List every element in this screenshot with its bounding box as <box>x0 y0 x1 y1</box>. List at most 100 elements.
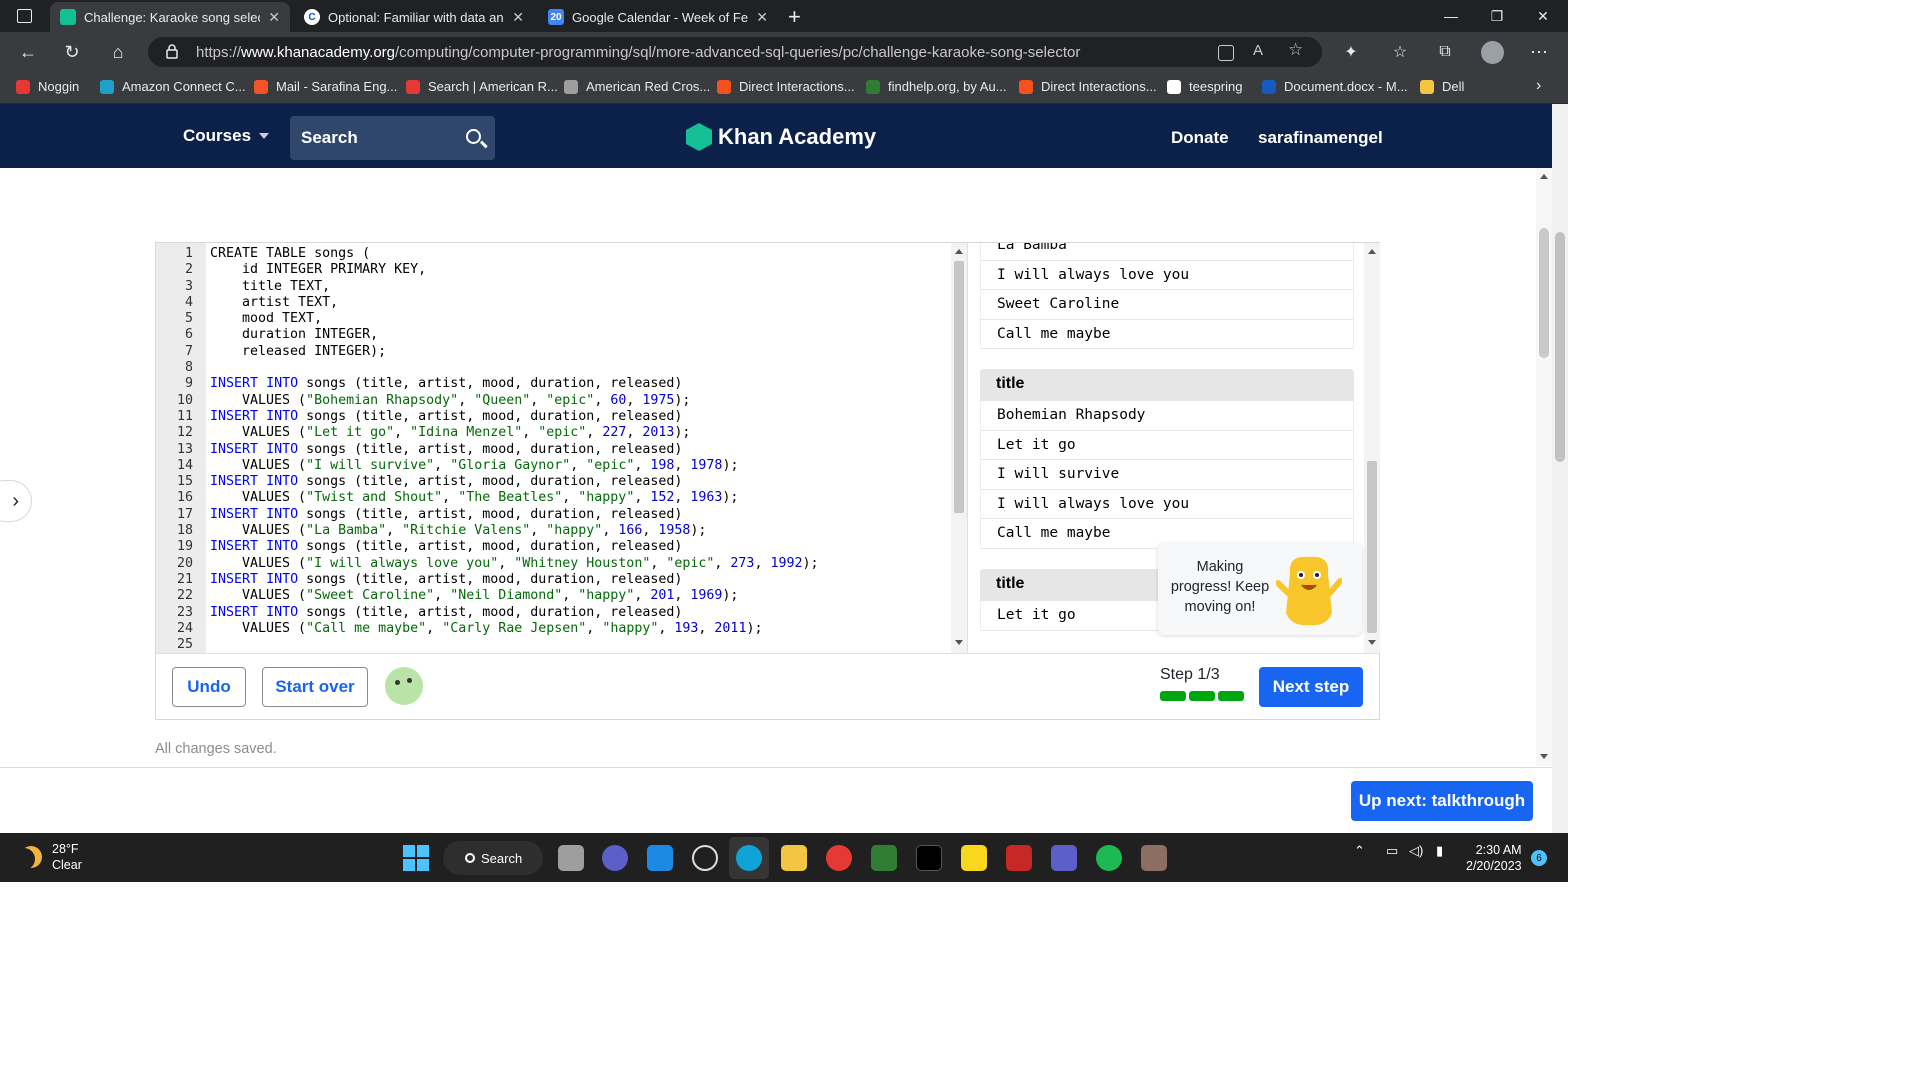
code-line[interactable]: 11 INSERT INTO songs (title, artist, mood… <box>156 409 819 425</box>
close-icon[interactable]: ✕ <box>756 9 768 26</box>
calculator-icon[interactable] <box>1141 845 1167 871</box>
new-tab-button[interactable]: + <box>788 4 801 30</box>
start-over-button[interactable]: Start over <box>262 667 368 707</box>
collections-icon[interactable]: ⧉ <box>1431 38 1459 66</box>
avatar[interactable] <box>385 667 423 705</box>
code-line[interactable]: 12 VALUES ("Let it go", "Idina Menzel", … <box>156 425 819 441</box>
mcafee-icon[interactable] <box>1006 845 1032 871</box>
courses-menu[interactable]: Courses <box>183 126 270 146</box>
back-button[interactable]: ← <box>14 38 42 66</box>
tab-actions-icon[interactable] <box>17 9 32 23</box>
dell-icon[interactable] <box>692 845 718 871</box>
notification-badge[interactable]: 6 <box>1531 850 1547 866</box>
scroll-up-icon[interactable] <box>955 249 963 254</box>
scrollbar-thumb[interactable] <box>1367 461 1377 633</box>
tab-coursera[interactable]: C Optional: Familiar with data analy ✕ <box>294 2 534 32</box>
scrollbar-thumb[interactable] <box>1539 228 1549 358</box>
donate-link[interactable]: Donate <box>1171 128 1229 148</box>
bookmark-item[interactable]: Mail - Sarafina Eng... <box>254 79 397 94</box>
scroll-up-icon[interactable] <box>1368 249 1376 254</box>
bookmark-item[interactable]: Amazon Connect C... <box>100 79 246 94</box>
edge-browser-icon[interactable] <box>736 845 762 871</box>
taskbar-search[interactable]: Search <box>443 841 543 875</box>
scrollbar-thumb[interactable] <box>1555 232 1565 462</box>
close-icon[interactable]: ✕ <box>268 9 280 26</box>
teams-icon[interactable] <box>1051 845 1077 871</box>
url-input[interactable]: https://www.khanacademy.org/computing/co… <box>148 37 1322 67</box>
scrollbar-thumb[interactable] <box>954 261 964 513</box>
code-line[interactable]: 10 VALUES ("Bohemian Rhapsody", "Queen",… <box>156 393 819 409</box>
code-line[interactable]: 13 INSERT INTO songs (title, artist, mood… <box>156 442 819 458</box>
chrome-icon[interactable] <box>826 845 852 871</box>
code-line[interactable]: 20 VALUES ("I will always love you", "Wh… <box>156 556 819 572</box>
bookmark-item[interactable]: teespring <box>1167 79 1242 94</box>
code-line[interactable]: 3 title TEXT, <box>156 279 819 295</box>
user-menu[interactable]: sarafinamengel <box>1258 128 1383 148</box>
search-input[interactable]: Search <box>290 116 495 160</box>
code-line[interactable]: 14 VALUES ("I will survive", "Gloria Gay… <box>156 458 819 474</box>
code-line[interactable]: 5 mood TEXT, <box>156 311 819 327</box>
tab-khan-challenge[interactable]: Challenge: Karaoke song selector ✕ <box>50 2 290 32</box>
code-line[interactable]: 24 VALUES ("Call me maybe", "Carly Rae J… <box>156 621 819 637</box>
next-step-button[interactable]: Next step <box>1259 667 1363 707</box>
extensions-icon[interactable]: ✦ <box>1337 38 1365 66</box>
code-line[interactable]: 16 VALUES ("Twist and Shout", "The Beatl… <box>156 490 819 506</box>
battery-icon[interactable]: ▮ <box>1436 843 1443 859</box>
code-line[interactable]: 22 VALUES ("Sweet Caroline", "Neil Diamo… <box>156 588 819 604</box>
code-line[interactable]: 9 INSERT INTO songs (title, artist, mood,… <box>156 376 819 392</box>
volume-icon[interactable]: ◁) <box>1409 843 1423 859</box>
code-line[interactable]: 1 CREATE TABLE songs ( <box>156 246 819 262</box>
content-scrollbar[interactable] <box>1536 168 1552 766</box>
up-next-button[interactable]: Up next: talkthrough <box>1351 781 1533 821</box>
minimize-button[interactable]: — <box>1428 0 1474 32</box>
clock[interactable]: 2:30 AM 2/20/2023 <box>1466 842 1522 874</box>
undo-button[interactable]: Undo <box>172 667 246 707</box>
code-line[interactable]: 7 released INTEGER); <box>156 344 819 360</box>
scroll-up-icon[interactable] <box>1540 174 1548 179</box>
read-aloud-icon[interactable]: A <box>1253 42 1263 59</box>
bookmarks-overflow-icon[interactable]: › <box>1536 77 1541 95</box>
khan-academy-logo[interactable]: Khan Academy <box>686 123 876 151</box>
scroll-down-icon[interactable] <box>1540 754 1548 759</box>
results-scrollbar[interactable] <box>1364 243 1380 653</box>
tiktok-icon[interactable] <box>916 845 942 871</box>
code-line[interactable]: 4 artist TEXT, <box>156 295 819 311</box>
bookmark-item[interactable]: Direct Interactions... <box>1019 79 1157 94</box>
bookmark-item[interactable]: Direct Interactions... <box>717 79 855 94</box>
bookmark-item[interactable]: Search | American R... <box>406 79 558 94</box>
editor-scrollbar[interactable] <box>951 243 967 653</box>
bookmark-item[interactable]: Noggin <box>16 79 79 94</box>
code-line[interactable]: 23 INSERT INTO songs (title, artist, mood… <box>156 605 819 621</box>
mail-icon[interactable] <box>647 845 673 871</box>
start-button[interactable] <box>403 845 429 871</box>
scroll-down-icon[interactable] <box>955 640 963 645</box>
code-line[interactable]: 19 INSERT INTO songs (title, artist, mood… <box>156 539 819 555</box>
weather-widget[interactable]: 28°F Clear <box>20 841 82 873</box>
more-menu-icon[interactable]: ⋯ <box>1525 38 1553 66</box>
task-view-icon[interactable] <box>558 845 584 871</box>
code-editor[interactable]: 1 CREATE TABLE songs (2 id INTEGER PRIMAR… <box>156 243 968 653</box>
code-line[interactable]: 6 duration INTEGER, <box>156 327 819 343</box>
close-icon[interactable]: ✕ <box>512 9 524 26</box>
home-button[interactable]: ⌂ <box>104 38 132 66</box>
page-scrollbar[interactable] <box>1552 104 1568 833</box>
teams-chat-icon[interactable] <box>602 845 628 871</box>
network-icon[interactable]: ▭ <box>1386 843 1398 859</box>
code-line[interactable]: 18 VALUES ("La Bamba", "Ritchie Valens",… <box>156 523 819 539</box>
code-line[interactable]: 2 id INTEGER PRIMARY KEY, <box>156 262 819 278</box>
favorites-icon[interactable]: ☆ <box>1386 38 1414 66</box>
refresh-button[interactable]: ↻ <box>58 38 86 66</box>
chevron-up-icon[interactable]: ⌃ <box>1354 843 1365 859</box>
code-line[interactable]: 25 <box>156 637 819 653</box>
code-line[interactable]: 17 INSERT INTO songs (title, artist, mood… <box>156 507 819 523</box>
sidebar-toggle-button[interactable]: › <box>0 480 32 522</box>
file-explorer-icon[interactable] <box>781 845 807 871</box>
spotify-icon[interactable] <box>1096 845 1122 871</box>
tab-google-calendar[interactable]: 20 Google Calendar - Week of Febru ✕ <box>538 2 778 32</box>
code-line[interactable]: 21 INSERT INTO songs (title, artist, mood… <box>156 572 819 588</box>
code-lines[interactable]: 1 CREATE TABLE songs (2 id INTEGER PRIMAR… <box>156 246 819 653</box>
store-icon[interactable] <box>871 845 897 871</box>
add-favorite-icon[interactable]: ☆ <box>1288 40 1303 60</box>
bookmark-item[interactable]: Document.docx - M... <box>1262 79 1408 94</box>
bookmark-item[interactable]: Dell <box>1420 79 1464 94</box>
